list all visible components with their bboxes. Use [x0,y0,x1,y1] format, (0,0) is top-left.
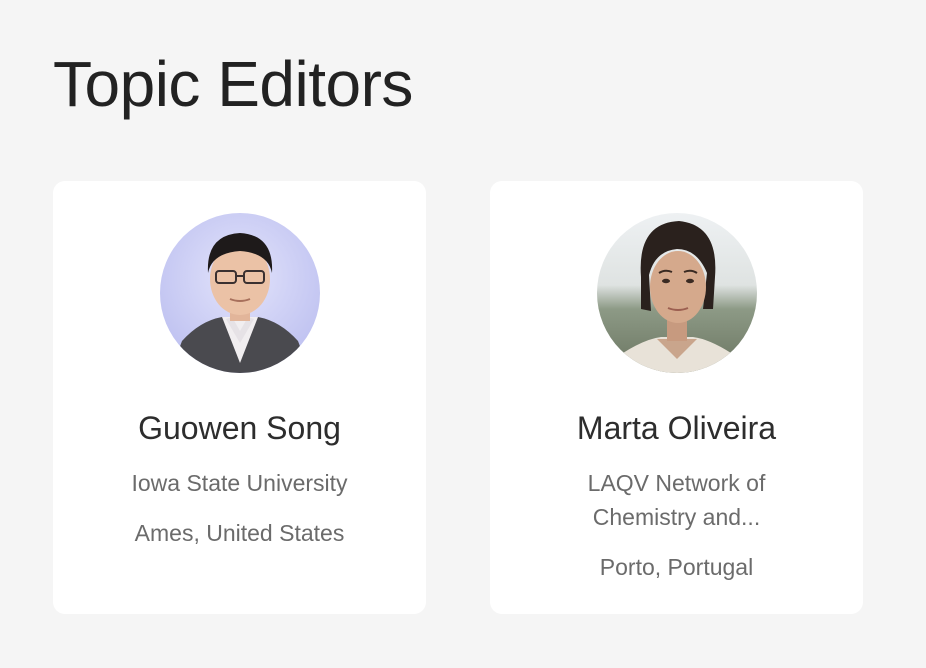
person-photo-icon [159,213,320,373]
editor-name[interactable]: Marta Oliveira [490,409,863,447]
editor-affiliation: LAQV Network of Chemistry and... [587,470,766,530]
editor-location: Porto, Portugal [599,554,754,580]
editor-location: Ames, United States [134,520,345,546]
editor-card[interactable]: Marta Oliveira LAQV Network of Chemistry… [490,181,863,614]
editor-name[interactable]: Guowen Song [53,409,426,447]
section-title: Topic Editors [53,48,413,120]
topic-editors-section: Topic Editors Guowen Song Iowa State Uni… [0,0,926,668]
editor-affiliation: Iowa State University [131,470,348,496]
person-photo-icon [596,213,757,373]
editor-avatar[interactable] [159,213,320,373]
editor-card[interactable]: Guowen Song Iowa State University Ames, … [53,181,426,614]
editor-avatar[interactable] [596,213,757,373]
